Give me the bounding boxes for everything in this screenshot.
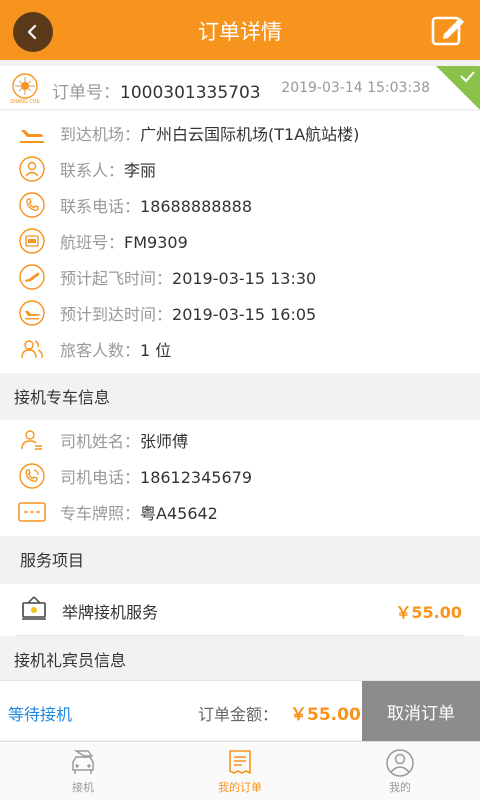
tab-my-orders-label: 我的订单 xyxy=(218,781,262,794)
driver-phone-icon xyxy=(18,462,46,490)
tab-pickup-label: 接机 xyxy=(72,781,94,794)
row-airport: 到达机场：广州白云国际机场(T1A航站楼) xyxy=(0,115,480,151)
contact-label: 联系人： xyxy=(60,161,125,180)
depart-value: 2019-03-15 13:30 xyxy=(172,269,317,288)
tab-bar: 接机 我的订单 我的 xyxy=(0,741,480,800)
service-item: 举牌接机服务 ￥55.00 xyxy=(0,584,480,636)
completed-check-icon xyxy=(436,66,480,109)
flight-info-block: 到达机场：广州白云国际机场(T1A航站楼) 联系人：李丽 联系电话：186888… xyxy=(0,111,480,373)
edit-icon xyxy=(431,16,464,46)
plate-value: 粤A45642 xyxy=(140,504,218,523)
car-plane-icon xyxy=(72,750,94,774)
page-title: 订单详情 xyxy=(198,20,282,44)
row-phone: 联系电话：18688888888 xyxy=(0,187,480,223)
depart-label: 预计起飞时间： xyxy=(60,269,173,288)
plane-arrive-icon xyxy=(18,299,46,327)
driver-info-block: 司机姓名：张师傅 司机电话：18612345679 专车牌照：粤A45642 xyxy=(0,420,480,536)
ticket-icon xyxy=(18,227,46,255)
airport-label: 到达机场： xyxy=(60,125,141,144)
driver-phone-value: 18612345679 xyxy=(140,468,252,487)
row-contact: 联系人：李丽 xyxy=(0,151,480,187)
row-arrive: 预计到达时间：2019-03-15 16:05 xyxy=(0,295,480,331)
arrive-label: 预计到达时间： xyxy=(60,305,173,324)
plane-takeoff-icon xyxy=(18,263,46,291)
service-price: ￥55.00 xyxy=(395,603,462,622)
contact-value: 李丽 xyxy=(124,161,157,180)
svg-text:SHANG CHE: SHANG CHE xyxy=(10,99,40,105)
plane-landing-icon xyxy=(18,119,46,147)
tab-pickup[interactable]: 接机 xyxy=(3,742,163,800)
divider xyxy=(16,635,464,636)
driver-icon xyxy=(18,426,46,454)
orders-receipt-icon xyxy=(229,750,251,775)
vip-section-title: 接机礼宾员信息 xyxy=(0,641,480,681)
user-profile-icon xyxy=(386,749,414,777)
amount-label: 订单金额： xyxy=(198,705,279,724)
bottom-action-bar: 等待接机 订单金额： ￥55.00 取消订单 xyxy=(0,680,480,741)
phone-label: 联系电话： xyxy=(60,197,141,216)
row-driver-phone: 司机电话：18612345679 xyxy=(0,458,480,494)
phone-icon xyxy=(18,191,46,219)
row-passengers: 旅客人数：1 位 xyxy=(0,331,480,367)
row-flight: 航班号：FM9309 xyxy=(0,223,480,259)
person-icon xyxy=(18,155,46,183)
group-icon xyxy=(18,335,46,363)
edit-button[interactable] xyxy=(430,12,466,48)
airport-value: 广州白云国际机场(T1A航站楼) xyxy=(140,125,360,144)
arrive-value: 2019-03-15 16:05 xyxy=(172,305,317,324)
order-status: 等待接机 xyxy=(8,705,73,724)
driver-name-label: 司机姓名： xyxy=(60,432,141,451)
flight-label: 航班号： xyxy=(60,233,125,252)
order-number-value: 1000301335703 xyxy=(120,83,261,103)
tab-my-orders[interactable]: 我的订单 xyxy=(160,742,320,800)
row-driver-name: 司机姓名：张师傅 xyxy=(0,422,480,458)
amount-value: ￥55.00 xyxy=(290,705,361,725)
row-depart: 预计起飞时间：2019-03-15 13:30 xyxy=(0,259,480,295)
order-time: 2019-03-14 15:03:38 xyxy=(281,80,430,96)
service-name: 举牌接机服务 xyxy=(62,603,159,622)
order-bar: SHANG CHE 订单号：1000301335703 2019-03-14 1… xyxy=(0,66,480,110)
company-logo: SHANG CHE xyxy=(10,73,41,105)
order-number-label: 订单号： xyxy=(52,83,120,103)
service-section-title: 服务项目 xyxy=(0,541,480,581)
tab-mine[interactable]: 我的 xyxy=(320,742,480,800)
row-plate: 专车牌照：粤A45642 xyxy=(0,494,480,530)
flight-value: FM9309 xyxy=(124,233,188,252)
passengers-label: 旅客人数： xyxy=(60,341,141,360)
license-plate-icon xyxy=(18,498,46,526)
phone-value: 18688888888 xyxy=(140,197,252,216)
driver-phone-label: 司机电话： xyxy=(60,468,141,487)
tab-mine-label: 我的 xyxy=(389,781,411,794)
plate-label: 专车牌照： xyxy=(60,504,141,523)
passengers-value: 1 位 xyxy=(140,341,172,360)
app-header: 订单详情 xyxy=(0,0,480,60)
cancel-order-button[interactable]: 取消订单 xyxy=(362,681,480,741)
sign-board-icon xyxy=(20,595,48,627)
order-number: 订单号：1000301335703 xyxy=(52,78,261,103)
driver-section-title: 接机专车信息 xyxy=(0,378,480,418)
driver-name-value: 张师傅 xyxy=(140,432,189,451)
